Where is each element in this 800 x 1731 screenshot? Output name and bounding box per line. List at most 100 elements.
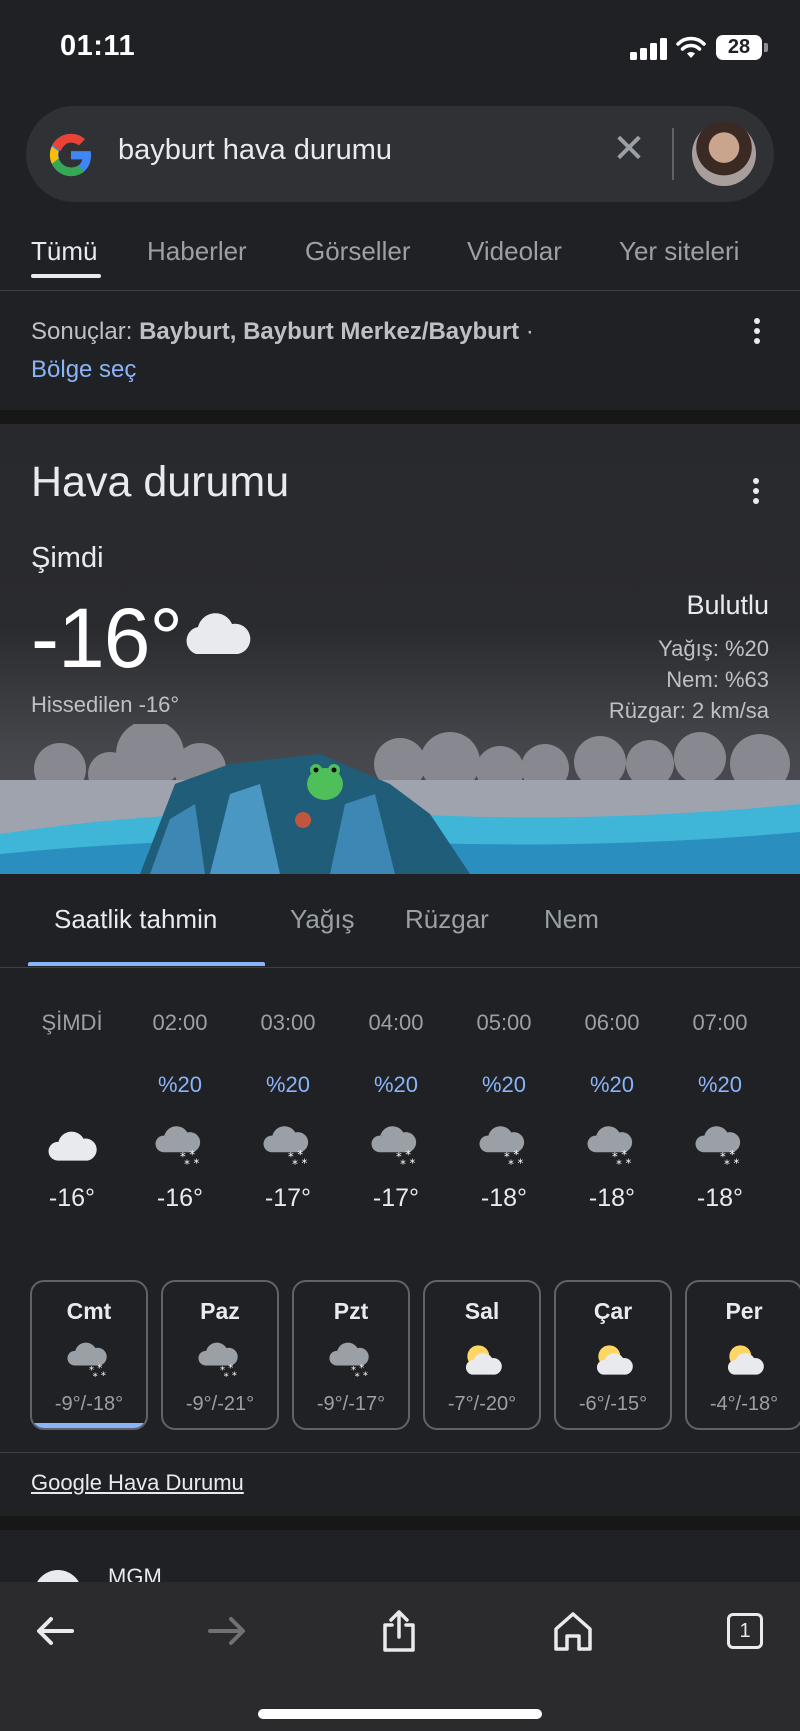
svg-text:*: * [292, 1157, 298, 1171]
partly-sunny-icon [556, 1335, 670, 1385]
daily-item[interactable]: Pzt * * * * -9°/-17° [292, 1280, 410, 1430]
snow-cloud-icon: * * * * [163, 1335, 277, 1385]
selected-day-indicator [32, 1423, 146, 1428]
wind: Rüzgar: 2 km/sa [608, 698, 769, 723]
hourly-item: ŞİMDİ -16° [23, 1010, 121, 1213]
hour-label: 06:00 [584, 1010, 640, 1035]
section-gap [0, 1516, 800, 1530]
search-input[interactable]: bayburt hava durumu [118, 134, 392, 167]
tab-all[interactable]: Tümü [31, 236, 97, 267]
source-link[interactable]: Google Hava Durumu [31, 1470, 244, 1496]
weather-more-icon[interactable] [752, 478, 760, 506]
home-icon[interactable] [548, 1606, 598, 1656]
divider [0, 967, 800, 968]
snow-cloud-icon: * * * * [347, 1116, 445, 1176]
hour-label: 02:00 [152, 1010, 208, 1035]
search-bar[interactable]: bayburt hava durumu ✕ [26, 106, 774, 202]
cloud-icon [186, 613, 251, 654]
svg-text:*: * [400, 1157, 406, 1171]
now-label: Şimdi [31, 542, 104, 574]
hourly-item: 06:00 %20 * * * * -18° [563, 1010, 661, 1213]
tab-videos[interactable]: Videolar [467, 236, 562, 267]
humidity: Nem: %63 [666, 667, 769, 692]
svg-text:*: * [616, 1157, 622, 1171]
snow-cloud-icon: * * * * [131, 1116, 229, 1176]
partly-sunny-icon [687, 1335, 800, 1385]
svg-text:*: * [355, 1371, 360, 1382]
tab-hourly[interactable]: Saatlik tahmin [54, 904, 217, 935]
hour-precipitation: %20 [373, 1072, 419, 1097]
tab-images[interactable]: Görseller [305, 236, 410, 267]
day-temperature-range: -4°/-18° [709, 1393, 779, 1415]
cloud-icon [23, 1116, 121, 1176]
hour-precipitation: %20 [157, 1072, 203, 1097]
svg-text:*: * [232, 1370, 237, 1381]
day-name: Paz [200, 1298, 240, 1324]
snow-cloud-icon: * * * * [671, 1116, 769, 1176]
daily-item[interactable]: Çar -6°/-15° [554, 1280, 672, 1430]
tabs-icon[interactable]: 1 [720, 1606, 770, 1656]
hour-temperature: -17° [264, 1184, 312, 1212]
divider [0, 290, 800, 291]
hour-temperature: -18° [480, 1184, 528, 1212]
clear-icon[interactable]: ✕ [608, 128, 650, 170]
results-location: Sonuçlar: Bayburt, Bayburt Merkez/Baybur… [31, 313, 731, 389]
hourly-item: 07:00 %20 * * * * -18° [671, 1010, 769, 1213]
svg-text:*: * [626, 1156, 632, 1170]
svg-text:*: * [184, 1157, 190, 1171]
svg-text:*: * [93, 1371, 98, 1382]
day-temperature-range: -9°/-21° [185, 1393, 255, 1415]
day-temperature-range: -9°/-18° [54, 1393, 124, 1415]
status-time: 01:11 [60, 30, 136, 62]
day-name: Sal [464, 1298, 500, 1324]
divider [672, 128, 674, 180]
tab-news[interactable]: Haberler [147, 236, 247, 267]
active-tab-indicator [28, 962, 265, 966]
hour-label: ŞİMDİ [41, 1010, 103, 1035]
back-icon[interactable] [30, 1606, 80, 1656]
daily-item[interactable]: Cmt * * * * -9°/-18° [30, 1280, 148, 1430]
section-gap [0, 410, 800, 424]
search-tabs: Tümü Haberler Görseller Videolar Yer sit… [0, 226, 800, 290]
results-location-name: Bayburt, Bayburt Merkez/Bayburt [139, 318, 520, 345]
hour-precipitation: %20 [589, 1072, 635, 1097]
divider [0, 1452, 800, 1453]
day-name: Pzt [333, 1298, 369, 1324]
weather-condition: Bulutlu [686, 590, 769, 620]
forward-icon[interactable] [202, 1606, 252, 1656]
share-icon[interactable] [374, 1606, 424, 1656]
svg-text:*: * [194, 1156, 200, 1170]
snow-cloud-icon: * * * * [563, 1116, 661, 1176]
hour-label: 03:00 [260, 1010, 316, 1035]
weather-title: Hava durumu [31, 458, 290, 506]
tab-wind[interactable]: Rüzgar [405, 904, 489, 935]
snow-cloud-icon: * * * * [294, 1335, 408, 1385]
hour-label: 07:00 [692, 1010, 748, 1035]
hour-temperature: -17° [372, 1184, 420, 1212]
daily-item[interactable]: Sal -7°/-20° [423, 1280, 541, 1430]
tab-local[interactable]: Yer siteleri [619, 236, 739, 267]
feels-like: Hissedilen -16° [31, 692, 180, 717]
tab-humidity[interactable]: Nem [544, 904, 599, 935]
daily-item[interactable]: Per -4°/-18° [685, 1280, 800, 1430]
svg-text:*: * [302, 1156, 308, 1170]
svg-text:*: * [224, 1371, 229, 1382]
weather-card: Hava durumu Şimdi -16° Hissedilen -16° B… [0, 424, 800, 874]
avatar[interactable] [692, 122, 756, 186]
day-name: Per [725, 1298, 763, 1324]
more-options-icon[interactable] [753, 318, 761, 346]
daily-item[interactable]: Paz * * * * -9°/-21° [161, 1280, 279, 1430]
status-bar: 01:11 28 [0, 0, 800, 96]
hour-precipitation: %20 [697, 1072, 743, 1097]
snow-cloud-icon: * * * * [239, 1116, 337, 1176]
snow-cloud-icon: * * * * [32, 1335, 146, 1385]
choose-region-link[interactable]: Bölge seç [31, 356, 136, 383]
battery-level: 28 [716, 35, 762, 60]
tab-precipitation[interactable]: Yağış [290, 904, 355, 935]
current-temperature: -16° [31, 591, 183, 685]
wifi-icon [676, 36, 706, 58]
hour-precipitation: %20 [481, 1072, 527, 1097]
svg-text:*: * [363, 1370, 368, 1381]
svg-text:*: * [518, 1156, 524, 1170]
day-name: Çar [593, 1298, 633, 1324]
